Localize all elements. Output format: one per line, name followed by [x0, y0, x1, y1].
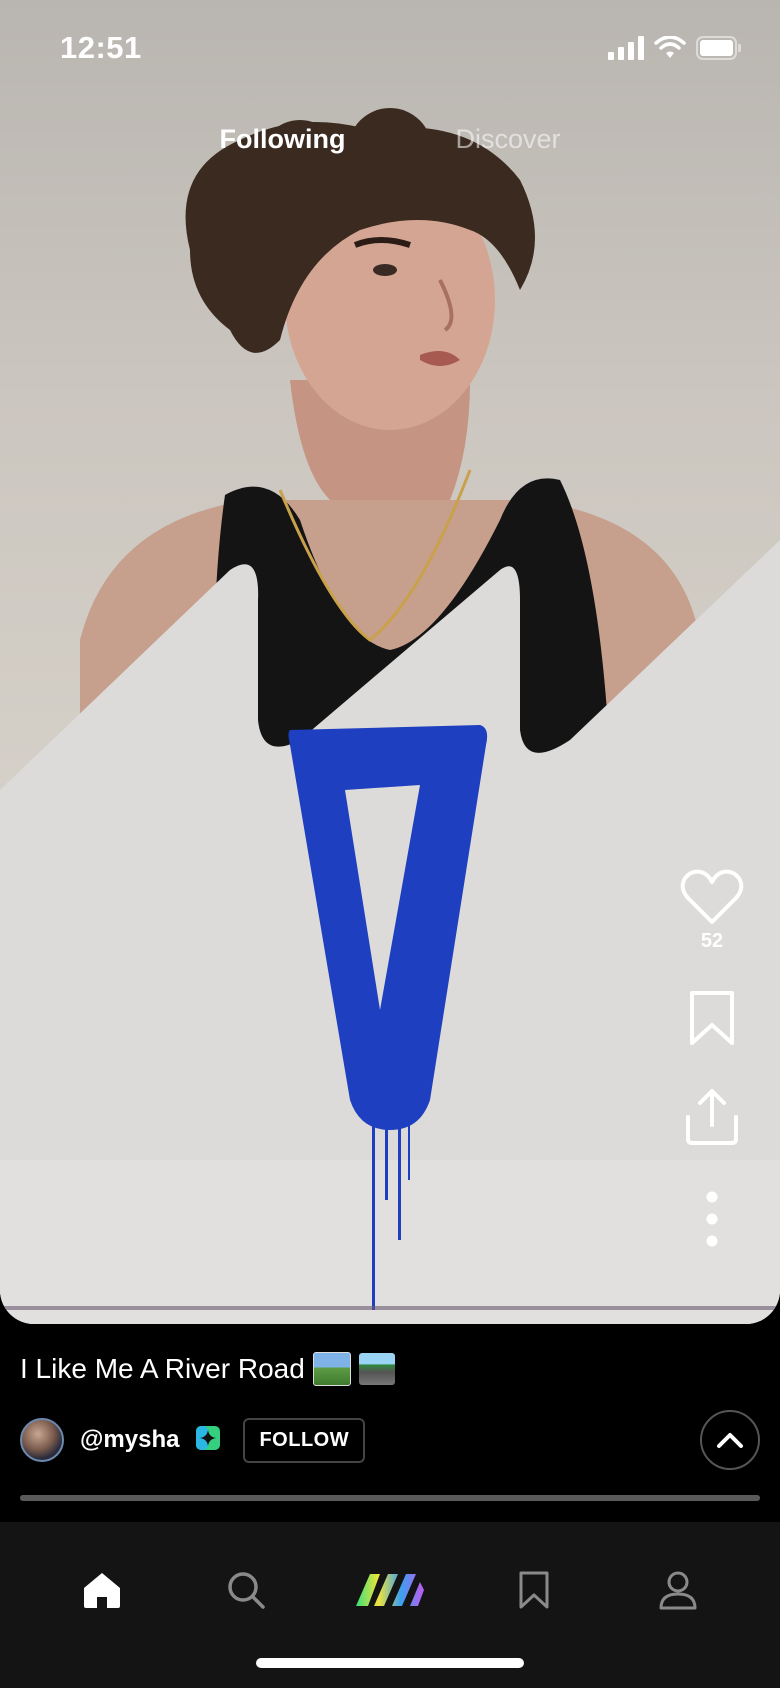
save-button[interactable] [687, 989, 737, 1047]
profile-icon [659, 1571, 697, 1610]
tab-following[interactable]: Following [219, 124, 345, 155]
status-time: 12:51 [60, 30, 142, 65]
more-vertical-icon [706, 1191, 718, 1247]
nav-saved[interactable] [494, 1550, 574, 1630]
more-options-button[interactable] [702, 1191, 722, 1247]
search-icon [228, 1572, 265, 1609]
post-media[interactable] [0, 0, 780, 1324]
like-count: 52 [700, 930, 724, 952]
like-button[interactable]: 52 [680, 868, 744, 953]
app-logo-icon [356, 1574, 424, 1606]
cellular-signal-icon [608, 36, 644, 60]
playback-progress-fill [20, 1495, 760, 1501]
nav-search[interactable] [206, 1550, 286, 1630]
status-bar: 12:51 [0, 0, 780, 100]
share-icon [686, 1089, 738, 1145]
follow-button[interactable]: FOLLOW [243, 1417, 366, 1463]
post-title-row: I Like Me A River Road [20, 1352, 395, 1386]
author-handle[interactable]: @mysha [80, 1426, 179, 1454]
action-rail: 52 [674, 868, 750, 1247]
heart-icon [680, 869, 744, 924]
avatar[interactable] [20, 1418, 64, 1462]
post-image [0, 108, 780, 1324]
highway-emoji [358, 1353, 395, 1385]
wifi-icon [654, 36, 686, 58]
author-row: @mysha FOLLOW [20, 1410, 760, 1470]
nav-home[interactable] [62, 1550, 142, 1630]
home-icon [84, 1573, 120, 1608]
tab-discover[interactable]: Discover [455, 124, 560, 155]
bookmark-icon [519, 1571, 549, 1609]
verified-badge-icon [195, 1425, 221, 1456]
post-title: I Like Me A River Road [20, 1353, 305, 1384]
nav-create[interactable] [350, 1550, 430, 1630]
battery-icon [696, 36, 741, 60]
feed-tabs: Following Discover [0, 124, 780, 155]
expand-button[interactable] [700, 1410, 760, 1470]
home-indicator[interactable] [256, 1658, 524, 1668]
landscape-photo-emoji [312, 1352, 351, 1386]
share-button[interactable] [683, 1087, 741, 1147]
bookmark-icon [690, 991, 734, 1045]
playback-progress[interactable] [20, 1495, 760, 1501]
chevron-up-icon [717, 1433, 743, 1448]
nav-profile[interactable] [638, 1550, 718, 1630]
